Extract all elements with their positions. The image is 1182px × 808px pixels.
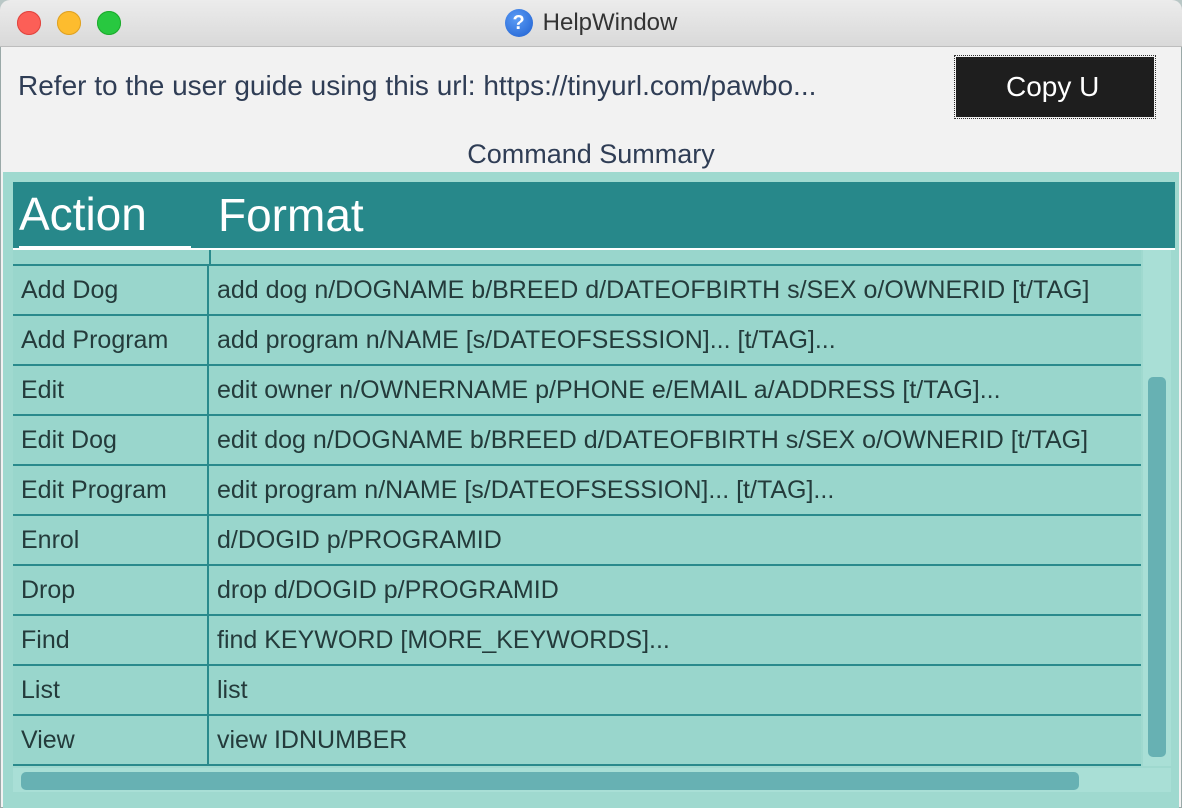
format-cell: drop d/DOGID p/PROGRAMID [217, 575, 559, 604]
column-header-action[interactable]: Action [19, 182, 191, 248]
format-cell: d/DOGID p/PROGRAMID [217, 525, 502, 554]
question-mark-icon: ? [504, 9, 533, 37]
format-cell: view IDNUMBER [217, 725, 408, 754]
action-cell: Edit [13, 366, 209, 414]
copy-url-button[interactable]: Copy U [954, 55, 1156, 119]
action-cell: List [13, 666, 209, 714]
table-row[interactable]: Edit Dog edit dog n/DOGNAME b/BREED d/DA… [13, 416, 1141, 466]
format-cell: edit owner n/OWNERNAME p/PHONE e/EMAIL a… [217, 375, 1001, 404]
format-cell: add program n/NAME [s/DATEOFSESSION]... … [217, 325, 836, 354]
help-window: ? HelpWindow Refer to the user guide usi… [0, 0, 1182, 808]
horizontal-scrollbar-thumb[interactable] [21, 772, 1079, 790]
table-row[interactable]: Drop drop d/DOGID p/PROGRAMID [13, 566, 1141, 616]
command-summary-title: Command Summary [467, 139, 715, 169]
action-cell: View [13, 716, 209, 764]
action-cell: Edit Dog [13, 416, 209, 464]
column-header-format[interactable]: Format [218, 182, 364, 248]
table-body[interactable]: Add Dog add dog n/DOGNAME b/BREED d/DATE… [13, 250, 1141, 766]
table-row[interactable]: List list [13, 666, 1141, 716]
format-cell: find KEYWORD [MORE_KEYWORDS]... [217, 625, 670, 654]
action-cell: Add Dog [13, 266, 209, 314]
command-summary-table: Action Format Add Dog add dog n/DOGNAME … [3, 172, 1179, 808]
table-row-partial [13, 250, 1141, 266]
action-cell: Find [13, 616, 209, 664]
action-cell: Add Program [13, 316, 209, 364]
table-row[interactable]: Add Program add program n/NAME [s/DATEOF… [13, 316, 1141, 366]
table-row[interactable]: Add Dog add dog n/DOGNAME b/BREED d/DATE… [13, 266, 1141, 316]
title-bar[interactable]: ? HelpWindow [0, 0, 1182, 47]
table-row[interactable]: Edit edit owner n/OWNERNAME p/PHONE e/EM… [13, 366, 1141, 416]
window-title: HelpWindow [542, 9, 678, 36]
action-cell: Enrol [13, 516, 209, 564]
window-title-group: ? HelpWindow [0, 8, 1182, 38]
vertical-scrollbar-thumb[interactable] [1148, 377, 1166, 757]
table-row[interactable]: Enrol d/DOGID p/PROGRAMID [13, 516, 1141, 566]
action-cell: Edit Program [13, 466, 209, 514]
format-cell: add dog n/DOGNAME b/BREED d/DATEOFBIRTH … [217, 275, 1090, 304]
format-cell: list [217, 675, 248, 704]
format-cell: edit program n/NAME [s/DATEOFSESSION]...… [217, 475, 835, 504]
table-row[interactable]: View view IDNUMBER [13, 716, 1141, 766]
table-row[interactable]: Edit Program edit program n/NAME [s/DATE… [13, 466, 1141, 516]
table-header: Action Format [13, 182, 1175, 250]
format-cell: edit dog n/DOGNAME b/BREED d/DATEOFBIRTH… [217, 425, 1089, 454]
user-guide-message: Refer to the user guide using this url: … [18, 70, 817, 101]
table-row[interactable]: Find find KEYWORD [MORE_KEYWORDS]... [13, 616, 1141, 666]
action-cell: Drop [13, 566, 209, 614]
